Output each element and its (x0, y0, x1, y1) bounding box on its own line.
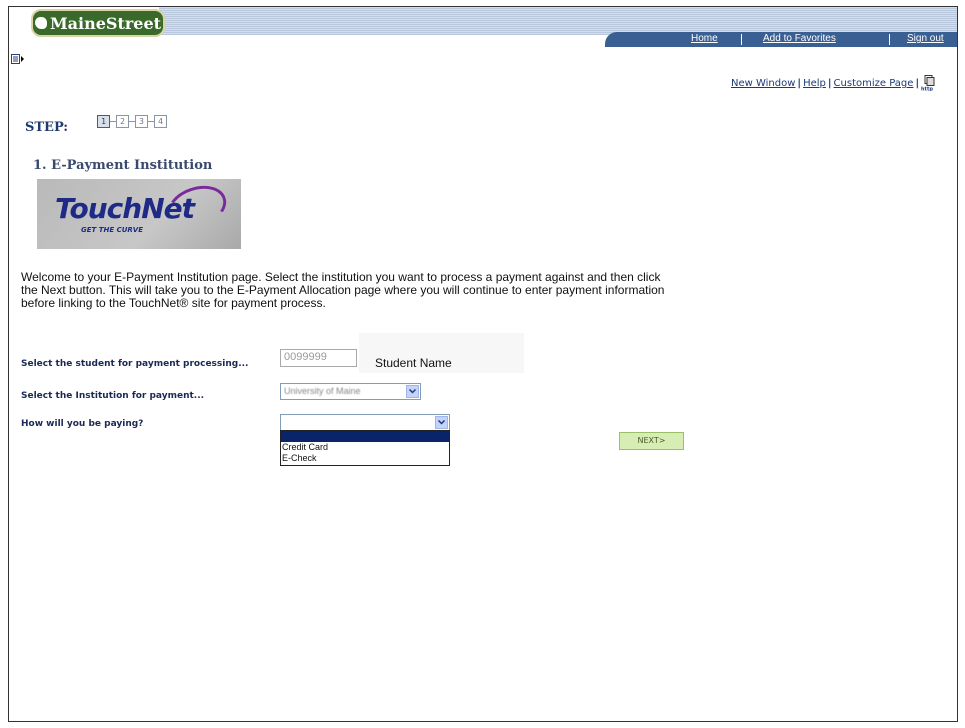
add-to-favorites-link[interactable]: Add to Favorites (763, 33, 836, 44)
mainestreet-logo[interactable]: MaineStreet (31, 9, 165, 37)
option-e-check[interactable]: E-Check (281, 453, 449, 464)
step-1: 1 (97, 115, 110, 128)
home-link[interactable]: Home (691, 33, 718, 44)
sign-out-link[interactable]: Sign out (907, 33, 944, 44)
chevron-down-icon[interactable] (435, 416, 448, 429)
intro-text: Welcome to your E-Payment Institution pa… (21, 270, 665, 310)
top-nav: Home Add to Favorites Sign out (605, 32, 957, 47)
payment-method-select[interactable] (280, 414, 450, 431)
nav-separator (889, 34, 890, 45)
student-id-field: 0099999 (280, 349, 357, 367)
step-4: 4 (154, 115, 167, 128)
page-frame: MaineStreet Home Add to Favorites Sign o… (8, 6, 958, 722)
step-indicator: 1 2 3 4 (97, 115, 167, 128)
touchnet-logo: TouchNet GET THE CURVE (37, 179, 241, 249)
option-blank[interactable] (281, 431, 449, 442)
student-label: Select the student for payment processin… (21, 359, 249, 369)
institution-label: Select the Institution for payment... (21, 391, 205, 401)
step-3: 3 (135, 115, 148, 128)
institution-value: University of Maine (284, 386, 361, 396)
paying-label: How will you be paying? (21, 419, 144, 429)
new-window-link[interactable]: New Window (731, 78, 795, 89)
svg-text:http: http (921, 87, 933, 92)
step-2: 2 (116, 115, 129, 128)
chevron-down-icon[interactable] (406, 385, 419, 398)
student-name: Student Name (375, 356, 452, 370)
institution-select[interactable]: University of Maine (280, 383, 421, 400)
option-credit-card[interactable]: Credit Card (281, 442, 449, 453)
nav-separator (741, 34, 742, 45)
header-banner: MaineStreet Home Add to Favorites Sign o… (9, 7, 957, 47)
utility-links: New Window | Help | Customize Page | http (731, 75, 939, 91)
pagelet-toggle-icon[interactable] (11, 54, 25, 66)
next-button[interactable]: NEXT> (619, 432, 684, 450)
page-title: 1. E-Payment Institution (33, 158, 213, 173)
maine-state-icon (34, 17, 47, 29)
customize-page-link[interactable]: Customize Page (834, 78, 914, 89)
header-band (159, 7, 957, 35)
logo-text: MaineStreet (49, 13, 162, 33)
http-icon[interactable]: http (921, 75, 939, 91)
help-link[interactable]: Help (803, 78, 826, 89)
step-label: STEP: (25, 120, 69, 135)
payment-method-options: Credit Card E-Check (280, 430, 450, 466)
